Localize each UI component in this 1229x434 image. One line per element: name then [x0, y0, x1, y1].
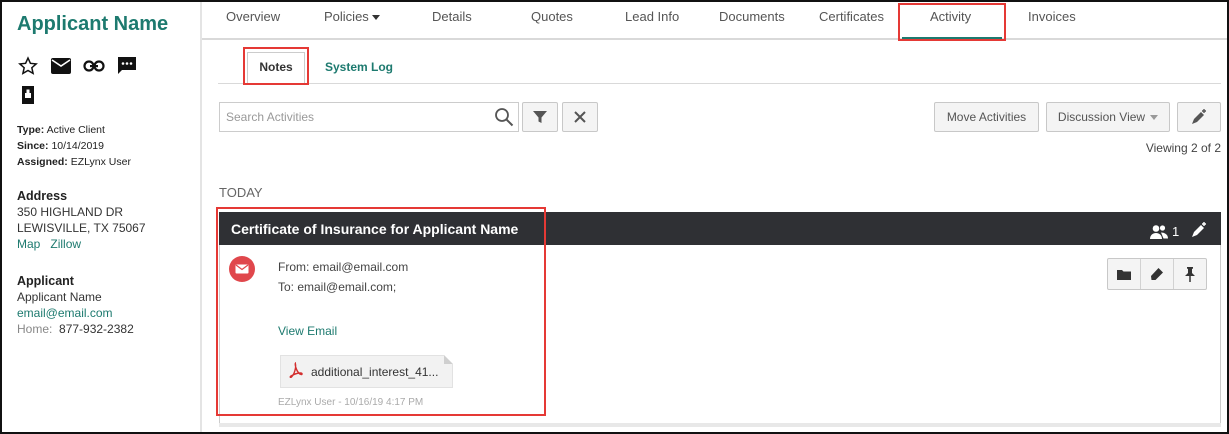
since-label: Since:: [17, 140, 49, 152]
lock-icon[interactable]: [17, 84, 39, 106]
caret-down-icon: [1150, 114, 1159, 120]
participants[interactable]: 1: [1149, 224, 1179, 240]
sidebar-icon-row: [17, 55, 138, 77]
tab-invoices[interactable]: Invoices: [1028, 9, 1076, 24]
applicant-name: Applicant Name: [17, 290, 102, 304]
tag-button[interactable]: [1141, 259, 1174, 289]
mail-icon[interactable]: [50, 55, 72, 77]
pin-button[interactable]: [1174, 259, 1206, 289]
address-section: Address 350 HIGHLAND DR LEWISVILLE, TX 7…: [17, 188, 146, 252]
caret-down-icon: [371, 15, 380, 21]
tab-lead-info[interactable]: Lead Info: [625, 9, 679, 24]
chat-icon[interactable]: [116, 55, 138, 77]
discussion-view-dropdown[interactable]: Discussion View: [1046, 102, 1170, 132]
folder-button[interactable]: [1108, 259, 1141, 289]
filter-button[interactable]: [522, 102, 558, 132]
card-bottom-edge: [219, 423, 1221, 427]
activity-tab-highlight: [898, 3, 1006, 41]
new-note-button[interactable]: [1177, 102, 1221, 132]
eraser-icon: [1151, 268, 1163, 280]
assigned-value: EZLynx User: [70, 156, 131, 168]
applicant-section: Applicant Applicant Name email@email.com…: [17, 273, 134, 337]
clear-search-button[interactable]: [562, 102, 598, 132]
participants-count: 1: [1172, 224, 1180, 239]
since-value: 10/14/2019: [51, 140, 104, 152]
subtab-system-log[interactable]: System Log: [325, 60, 393, 74]
pen-sparkle-icon: [1192, 109, 1206, 124]
move-activities-button[interactable]: Move Activities: [934, 102, 1039, 132]
link-icon[interactable]: [83, 55, 105, 77]
type-value: Active Client: [46, 124, 105, 136]
users-icon: [1150, 224, 1168, 239]
client-meta: Type: Active Client Since: 10/14/2019 As…: [17, 122, 131, 170]
edit-note-icon[interactable]: [1189, 220, 1209, 243]
search-input[interactable]: [220, 103, 490, 131]
address-heading: Address: [17, 189, 68, 203]
group-label: TODAY: [219, 185, 263, 200]
tab-overview[interactable]: Overview: [226, 9, 280, 24]
close-icon: [574, 111, 586, 123]
card-header-actions: 1: [1149, 220, 1209, 243]
star-icon[interactable]: [17, 55, 39, 77]
map-link[interactable]: Map: [17, 237, 40, 251]
address-line2: LEWISVILLE, TX 75067: [17, 221, 146, 235]
applicant-title: Applicant Name: [17, 13, 169, 35]
tab-details[interactable]: Details: [432, 9, 472, 24]
pin-icon: [1185, 267, 1195, 282]
assigned-label: Assigned:: [17, 156, 68, 168]
viewing-count: Viewing 2 of 2: [1145, 141, 1221, 155]
search-box: [219, 102, 519, 132]
filter-icon: [533, 111, 547, 123]
notes-tab-highlight: [243, 47, 309, 85]
zillow-link[interactable]: Zillow: [50, 237, 81, 251]
home-phone: 877-932-2382: [59, 322, 134, 336]
applicant-email-link[interactable]: email@email.com: [17, 305, 134, 321]
home-phone-label: Home:: [17, 322, 53, 336]
search-icon[interactable]: [494, 107, 514, 130]
type-label: Type:: [17, 124, 45, 136]
tab-certificates[interactable]: Certificates: [819, 9, 884, 24]
tab-quotes[interactable]: Quotes: [531, 9, 573, 24]
applicant-heading: Applicant: [17, 274, 74, 288]
address-line1: 350 HIGHLAND DR: [17, 205, 124, 219]
folder-icon: [1117, 269, 1131, 280]
discussion-view-label: Discussion View: [1057, 110, 1146, 124]
tab-policies[interactable]: Policies: [324, 9, 380, 24]
card-action-group: [1107, 258, 1207, 290]
tab-policies-label: Policies: [324, 9, 369, 24]
tab-documents[interactable]: Documents: [719, 9, 785, 24]
subnav-divider: [218, 83, 1221, 84]
sidebar-divider: [200, 2, 202, 432]
activity-card-highlight: [216, 207, 546, 416]
